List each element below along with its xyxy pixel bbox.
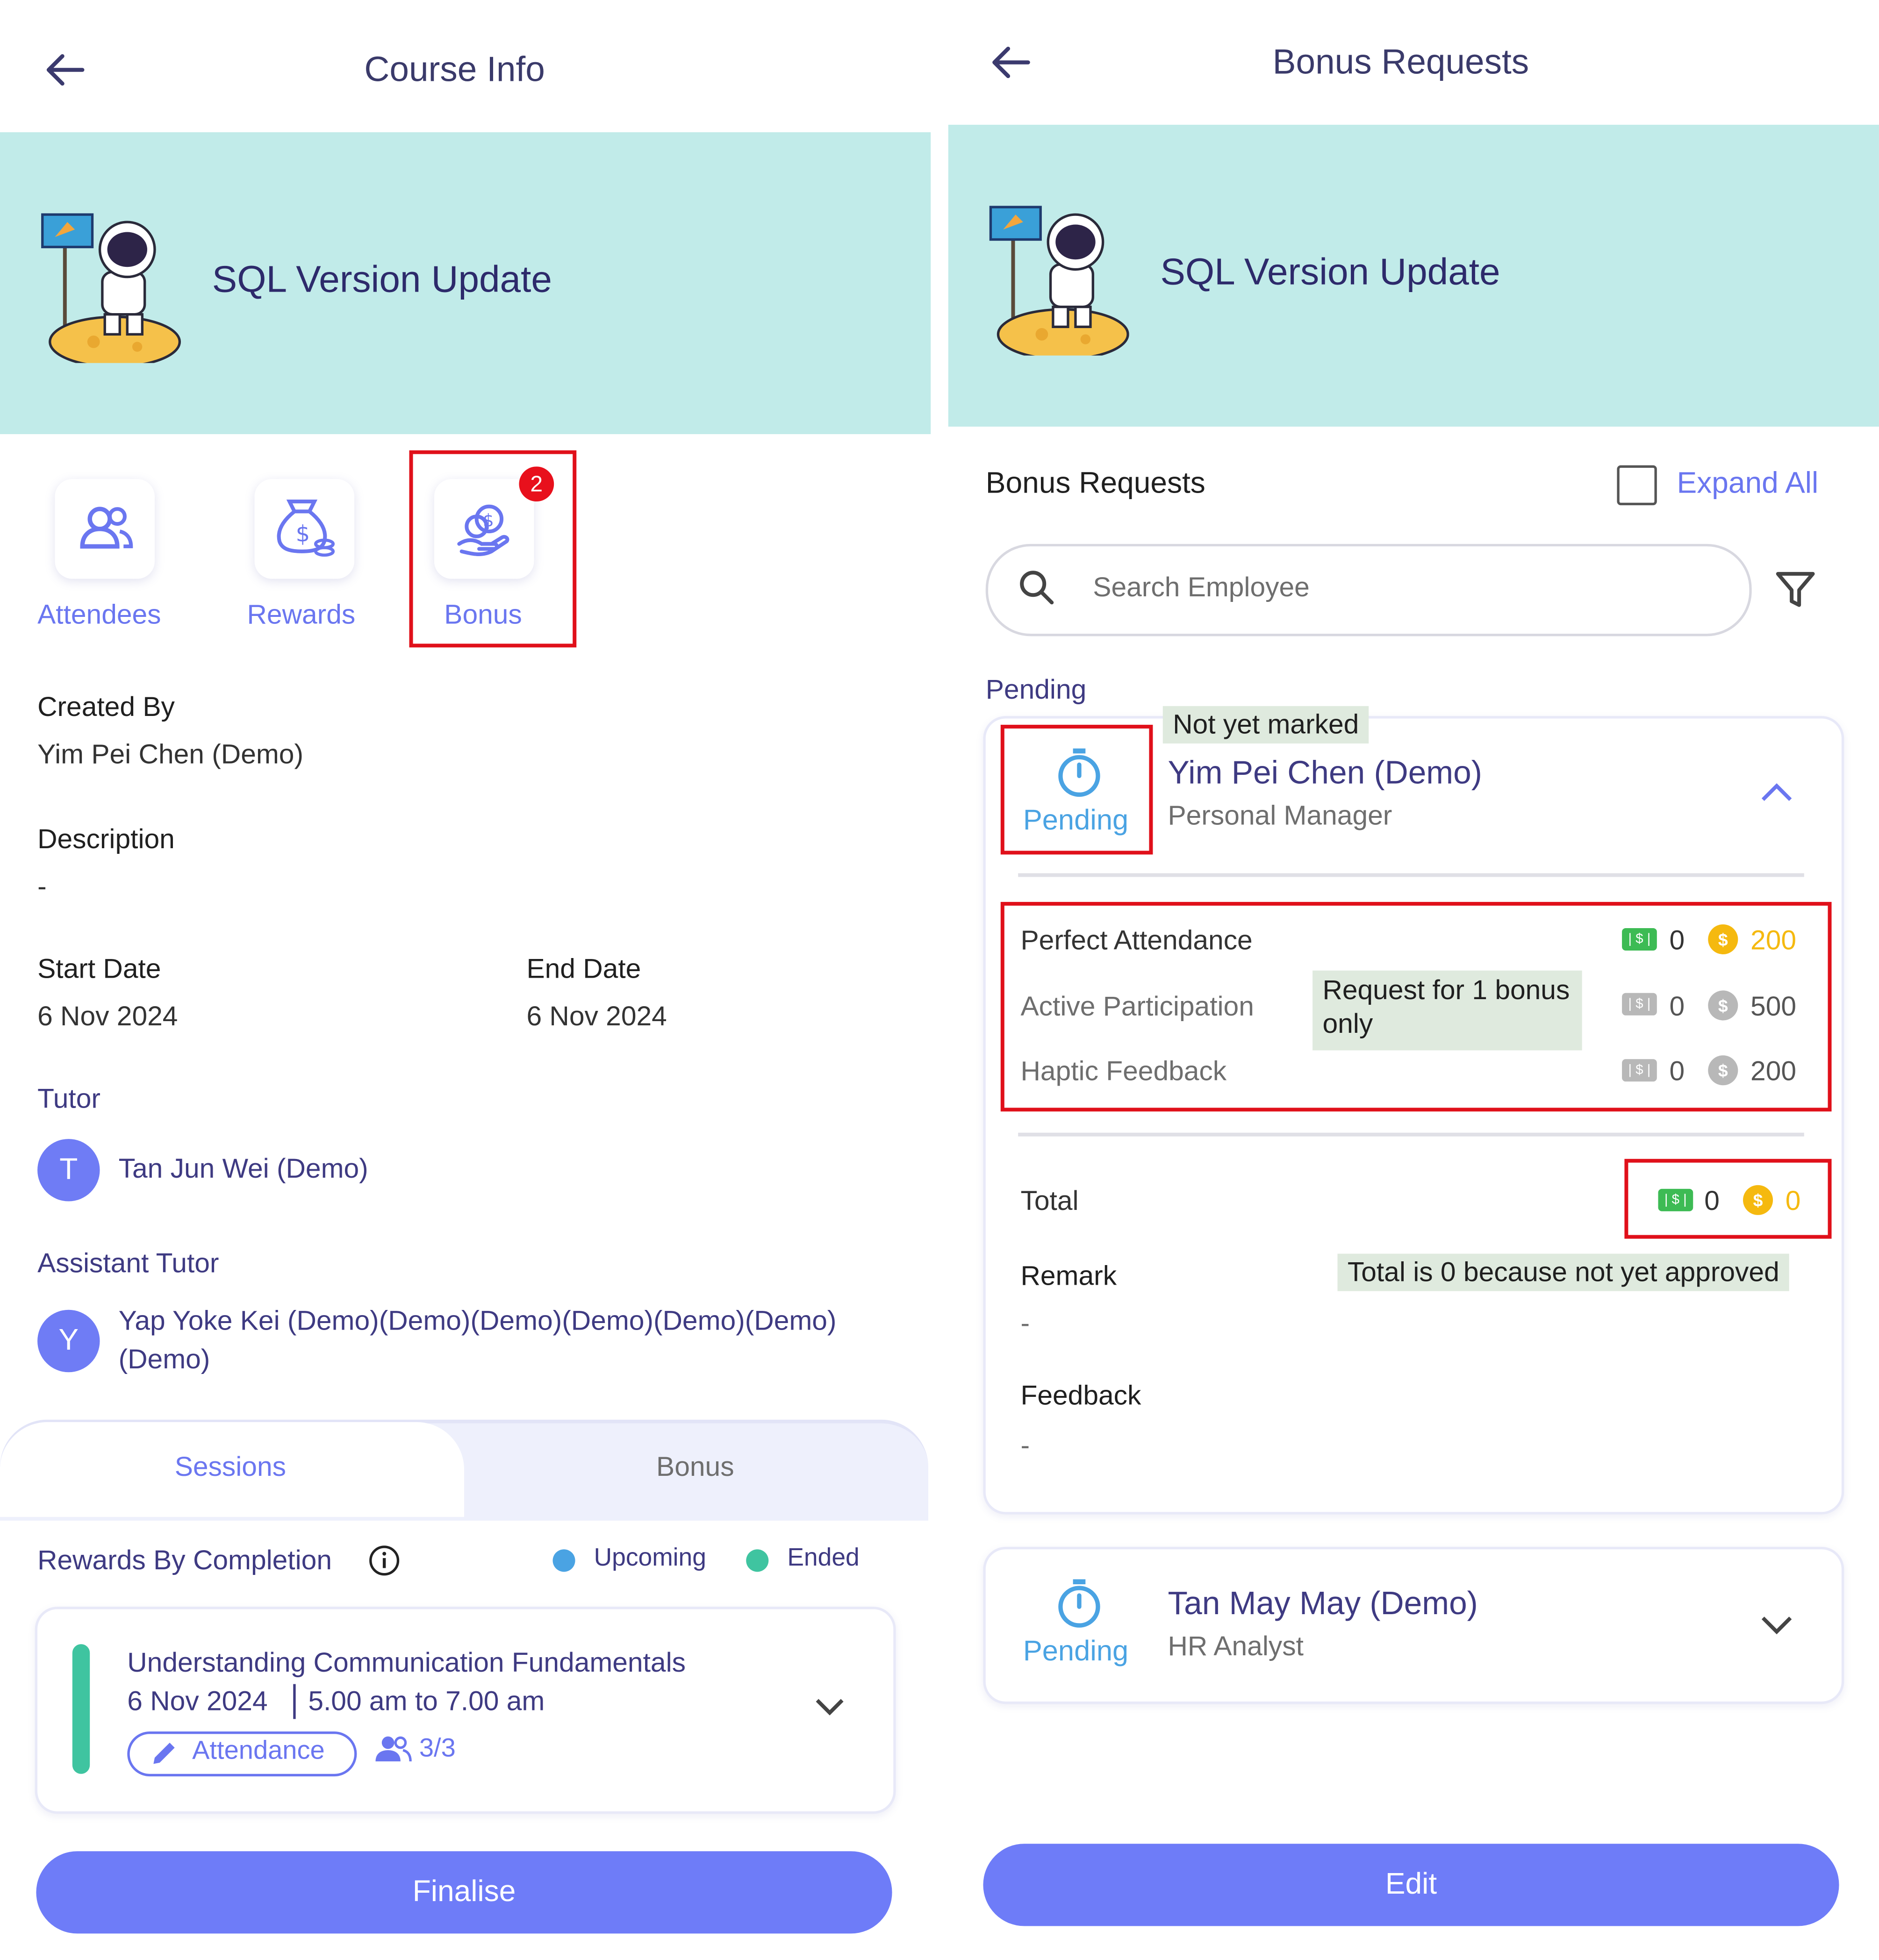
page-title: Bonus Requests <box>1272 42 1529 81</box>
assistant-tutor-avatar: Y <box>37 1309 100 1373</box>
money-bag-icon: $ <box>277 500 335 557</box>
attendance-label[interactable]: Attendance <box>192 1737 325 1767</box>
assistant-tutor-label: Assistant Tutor <box>37 1247 219 1279</box>
filter-icon[interactable] <box>1774 569 1817 611</box>
session-date: 6 Nov 2024 <box>127 1685 268 1717</box>
chevron-down-icon[interactable] <box>813 1694 846 1719</box>
stopwatch-icon <box>1058 1579 1100 1628</box>
items-highlight <box>1000 901 1832 1112</box>
back-arrow-icon[interactable] <box>986 37 1036 87</box>
course-title: SQL Version Update <box>212 259 552 301</box>
remark-value: - <box>1020 1307 1030 1339</box>
rewards-label[interactable]: Rewards <box>247 599 356 631</box>
info-icon[interactable] <box>368 1545 400 1577</box>
course-title: SQL Version Update <box>1160 252 1500 293</box>
tab-sessions-label[interactable]: Sessions <box>175 1451 286 1483</box>
feedback-value: - <box>1020 1430 1030 1461</box>
attendees-label[interactable]: Attendees <box>37 599 161 631</box>
date-time-separator <box>293 1684 296 1719</box>
not-yet-marked-note: Not yet marked <box>1162 706 1369 744</box>
start-date-value: 6 Nov 2024 <box>37 1000 178 1032</box>
status-label: Pending <box>1023 1634 1129 1667</box>
chevron-up-icon[interactable] <box>1759 781 1794 806</box>
ended-legend: Ended <box>787 1544 860 1572</box>
chevron-down-icon[interactable] <box>1759 1612 1794 1637</box>
course-info-screen: Course Info SQL Version Update Attendees… <box>0 0 931 1960</box>
search-icon <box>1020 571 1054 605</box>
session-time: 5.00 am to 7.00 am <box>308 1685 545 1717</box>
feedback-label: Feedback <box>1020 1380 1141 1411</box>
finalise-button[interactable]: Finalise <box>36 1851 892 1934</box>
attendance-count: 3/3 <box>419 1734 456 1763</box>
divider <box>1018 873 1804 877</box>
employee-name: Tan May May (Demo) <box>1168 1584 1478 1622</box>
rewards-by-completion-label: Rewards By Completion <box>37 1544 332 1576</box>
upcoming-legend: Upcoming <box>594 1544 706 1572</box>
tutor-avatar: T <box>37 1139 100 1202</box>
astronaut-illustration <box>989 206 1129 356</box>
description-value: - <box>37 871 47 902</box>
assistant-tutor-name-line2: (Demo) <box>118 1343 210 1375</box>
expand-all-label[interactable]: Expand All <box>1677 466 1819 501</box>
pencil-icon <box>153 1743 175 1764</box>
bonus-highlight <box>409 450 577 648</box>
created-by-value: Yim Pei Chen (Demo) <box>37 738 304 770</box>
end-date-label: End Date <box>526 953 641 985</box>
upcoming-dot <box>552 1549 575 1572</box>
created-by-label: Created By <box>37 691 175 722</box>
request-card[interactable] <box>983 1546 1844 1704</box>
total-label: Total <box>1020 1185 1079 1216</box>
pending-group-label: Pending <box>985 673 1087 705</box>
session-title: Understanding Communication Fundamentals <box>127 1646 686 1678</box>
edit-button[interactable]: Edit <box>983 1844 1839 1926</box>
session-status-bar <box>72 1644 90 1774</box>
total-explanation-note: Total is 0 because not yet approved <box>1337 1253 1790 1291</box>
search-input[interactable]: Search Employee <box>1093 572 1310 604</box>
astronaut-illustration <box>41 213 181 363</box>
back-arrow-icon[interactable] <box>40 45 90 95</box>
page-title: Course Info <box>364 50 545 89</box>
people-icon <box>80 507 133 549</box>
employee-name: Yim Pei Chen (Demo) <box>1168 753 1482 791</box>
rewards-tile[interactable]: $ <box>254 479 355 579</box>
tutor-label: Tutor <box>37 1082 100 1114</box>
tutor-name: Tan Jun Wei (Demo) <box>118 1152 368 1184</box>
section-title: Bonus Requests <box>985 466 1205 501</box>
svg-text:$: $ <box>296 521 310 547</box>
attendees-tile[interactable] <box>55 479 155 579</box>
ended-dot <box>746 1549 769 1572</box>
divider <box>1018 1132 1804 1137</box>
assistant-tutor-name-line1: Yap Yoke Kei (Demo)(Demo)(Demo)(Demo)(De… <box>118 1305 837 1336</box>
remark-label: Remark <box>1020 1259 1117 1291</box>
bonus-requests-screen: Bonus Requests SQL Version Update Bonus … <box>948 0 1879 1960</box>
tab-bonus-label[interactable]: Bonus <box>656 1451 734 1483</box>
end-date-value: 6 Nov 2024 <box>526 1000 667 1032</box>
start-date-label: Start Date <box>37 953 161 985</box>
total-highlight <box>1624 1159 1832 1239</box>
employee-role: HR Analyst <box>1168 1630 1304 1662</box>
employee-role: Personal Manager <box>1168 800 1392 831</box>
status-highlight <box>1000 724 1153 855</box>
expand-all-checkbox[interactable] <box>1617 465 1657 506</box>
description-label: Description <box>37 823 175 855</box>
group-icon <box>375 1736 412 1762</box>
